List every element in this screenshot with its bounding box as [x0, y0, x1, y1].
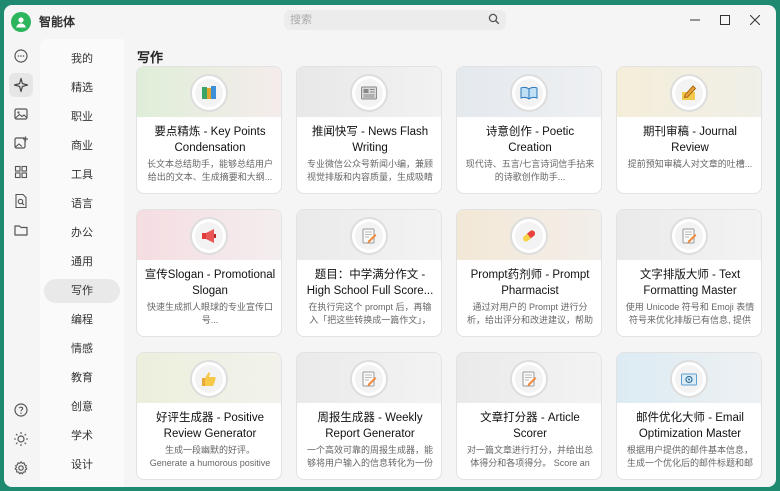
agent-card[interactable]: 推闻快写 - News Flash Writing 专业微信公众号新闻小编，兼顾… [296, 66, 442, 194]
category-education[interactable]: 教育 [44, 366, 120, 390]
card-description: 生成一段幽默的好评。 Generate a humorous positive … [149, 445, 271, 468]
category-tools[interactable]: 工具 [44, 163, 120, 187]
category-business[interactable]: 商业 [44, 134, 120, 158]
grid-apps-icon[interactable] [9, 160, 33, 184]
open-book-icon [510, 74, 548, 112]
section-title: 写作 [137, 50, 164, 65]
maximize-icon[interactable] [716, 11, 734, 29]
category-programming[interactable]: 编程 [44, 308, 120, 332]
card-title: 邮件优化大师 - Email Optimization Master [636, 412, 744, 440]
agent-card[interactable]: 邮件优化大师 - Email Optimization Master 根据用户提… [616, 352, 762, 480]
category-office[interactable]: 办公 [44, 221, 120, 245]
agent-card[interactable]: 周报生成器 - Weekly Report Generator 一个高效可靠的周… [296, 352, 442, 480]
card-description: 在执行完这个 prompt 后，再输入「把这些转换成一篇作文」，查... [308, 302, 432, 325]
image-add-icon[interactable] [9, 131, 33, 155]
megaphone-icon [190, 217, 228, 255]
books-icon [190, 74, 228, 112]
card-title: 周报生成器 - Weekly Report Generator [317, 412, 423, 440]
category-academic[interactable]: 学术 [44, 424, 120, 448]
agent-card[interactable]: 好评生成器 - Positive Review Generator 生成一段幽默… [136, 352, 282, 480]
chat-icon[interactable] [9, 44, 33, 68]
category-featured[interactable]: 精选 [44, 76, 120, 100]
category-language[interactable]: 语言 [44, 192, 120, 216]
agent-card[interactable]: 文字排版大师 - Text Formatting Master 使用 Unico… [616, 209, 762, 337]
thumbs-up-icon [190, 360, 228, 398]
card-title: Prompt药剂师 - Prompt Pharmacist [470, 269, 590, 297]
app-window: 智能体 搜索 我的 精选 职业 商业 工具 语言 办公 通用 写作 编程 情感 … [4, 5, 776, 487]
agent-card[interactable]: 宣传Slogan - Promotional Slogan 快速生成抓人眼球的专… [136, 209, 282, 337]
folder-icon[interactable] [9, 218, 33, 242]
card-title: 文字排版大师 - Text Formatting Master [639, 269, 741, 297]
category-general[interactable]: 通用 [44, 250, 120, 274]
title-bar: 智能体 [4, 5, 776, 35]
app-title: 智能体 [39, 15, 76, 29]
category-creative[interactable]: 创意 [44, 395, 120, 419]
category-panel: 我的 精选 职业 商业 工具 语言 办公 通用 写作 编程 情感 教育 创意 学… [40, 39, 124, 487]
card-title: 文章打分器 - Article Scorer [480, 412, 580, 440]
card-title: 诗意创作 - Poetic Creation [485, 126, 575, 154]
card-description: 快速生成抓人眼球的专业宣传口号... [146, 302, 273, 325]
card-title: 宣传Slogan - Promotional Slogan [144, 269, 276, 297]
pill-icon [510, 217, 548, 255]
main-content: 写作 要点精炼 - Key Points Condensation 长文本总结助… [126, 39, 776, 487]
card-description: 专业微信公众号新闻小编，兼顾视觉排版和内容质量，生成吸睛内... [306, 159, 433, 182]
category-writing[interactable]: 写作 [44, 279, 120, 303]
agent-card[interactable]: 期刊审稿 - Journal Review 提前预知审稿人对文章的吐槽... [616, 66, 762, 194]
theme-sun-icon[interactable] [9, 427, 33, 451]
card-description: 长文本总结助手，能够总结用户给出的文本、生成摘要和大纲... [146, 159, 273, 182]
agent-card[interactable]: Prompt药剂师 - Prompt Pharmacist 通过对用户的 Pro… [456, 209, 602, 337]
memo-icon [670, 217, 708, 255]
card-title: 题目：中学满分作文 - High School Full Score... [306, 269, 434, 297]
card-title: 要点精炼 - Key Points Condensation [154, 126, 266, 154]
card-description: 根据用户提供的邮件基本信息，生成一个优化后的邮件标题和邮件... [626, 445, 753, 468]
search-icon[interactable] [488, 13, 500, 28]
agent-card[interactable]: 题目：中学满分作文 - High School Full Score... 在执… [296, 209, 442, 337]
card-title: 推闻快写 - News Flash Writing [311, 126, 429, 154]
pencil-note-icon [670, 74, 708, 112]
user-avatar-icon[interactable] [11, 12, 31, 32]
memo-icon [350, 217, 388, 255]
search-input[interactable] [290, 14, 488, 26]
card-description: 现代诗、五言/七言诗词信手拈来的诗歌创作助手... [465, 159, 595, 182]
help-icon[interactable] [9, 398, 33, 422]
card-description: 对一篇文章进行打分，并给出总体得分和各项得分。 Score an articl.… [466, 445, 593, 468]
agent-card[interactable]: 文章打分器 - Article Scorer 对一篇文章进行打分，并给出总体得分… [456, 352, 602, 480]
category-career[interactable]: 职业 [44, 105, 120, 129]
image-icon[interactable] [9, 102, 33, 126]
card-title: 好评生成器 - Positive Review Generator [156, 412, 264, 440]
card-description: 一个高效可靠的周报生成器，能够将用户输入的信息转化为一份高... [306, 445, 433, 468]
settings-icon[interactable] [9, 456, 33, 480]
agent-card[interactable]: 要点精炼 - Key Points Condensation 长文本总结助手，能… [136, 66, 282, 194]
memo-icon [510, 360, 548, 398]
newspaper-icon [350, 74, 388, 112]
close-icon[interactable] [746, 11, 764, 29]
minimize-icon[interactable] [686, 11, 704, 29]
category-design[interactable]: 设计 [44, 453, 120, 477]
card-title: 期刊审稿 - Journal Review [643, 126, 737, 154]
category-mine[interactable]: 我的 [44, 47, 120, 71]
icon-rail [4, 37, 38, 487]
agent-sparkle-icon[interactable] [9, 73, 33, 97]
document-search-icon[interactable] [9, 189, 33, 213]
card-description: 提前预知审稿人对文章的吐槽... [627, 159, 753, 169]
agent-card[interactable]: 诗意创作 - Poetic Creation 现代诗、五言/七言诗词信手拈来的诗… [456, 66, 602, 194]
card-description: 使用 Unicode 符号和 Emoji 表情符号来优化排版已有信息, 提供更好… [625, 302, 755, 325]
card-description: 通过对用户的 Prompt 进行分析，给出评分和改进建议，帮助用户提... [466, 302, 593, 325]
email-icon [670, 360, 708, 398]
search-box[interactable] [284, 10, 506, 30]
category-emotion[interactable]: 情感 [44, 337, 120, 361]
memo-icon [350, 360, 388, 398]
